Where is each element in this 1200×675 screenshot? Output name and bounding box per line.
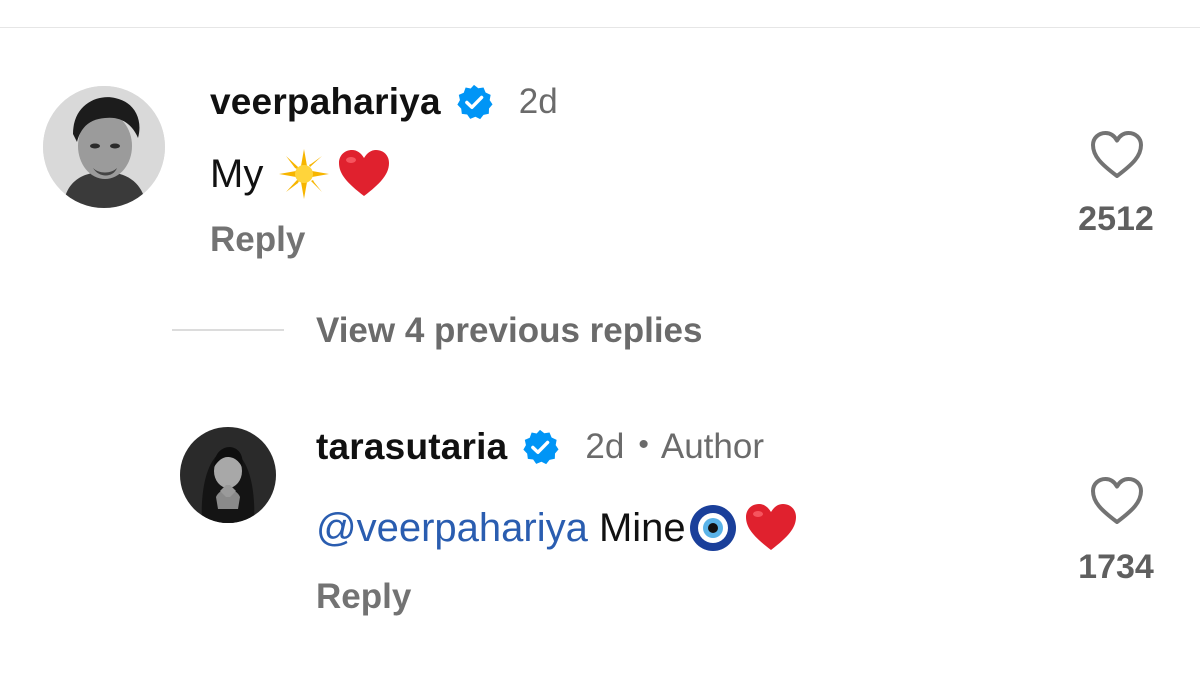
- comment-header: veerpahariya 2d: [210, 80, 558, 124]
- author-label: Author: [660, 427, 764, 466]
- like-count: 1734: [1078, 548, 1154, 586]
- red-heart-emoji: [337, 149, 391, 199]
- mention-link[interactable]: @veerpahariya: [316, 506, 588, 551]
- sun-sparkle-emoji: [277, 147, 331, 201]
- separator-dot: •: [638, 428, 649, 461]
- reply-button[interactable]: Reply: [316, 577, 411, 617]
- comment-header: tarasutaria 2d • Author: [316, 425, 764, 469]
- avatar-tarasutaria[interactable]: [180, 427, 276, 523]
- verified-badge-icon: [455, 83, 493, 121]
- nazar-amulet-emoji: [688, 503, 738, 553]
- timestamp: 2d: [518, 82, 558, 121]
- thread-line: [172, 329, 284, 331]
- reply-button[interactable]: Reply: [210, 220, 305, 260]
- comment-body: Mine: [587, 505, 686, 550]
- like-count: 2512: [1078, 200, 1154, 238]
- red-heart-emoji: [744, 503, 798, 553]
- comment-text: @veerpahariya Mine: [316, 502, 798, 554]
- view-previous-replies-button[interactable]: View 4 previous replies: [316, 311, 703, 351]
- heart-outline-icon[interactable]: [1089, 476, 1145, 526]
- avatar-veerpahariya[interactable]: [43, 86, 165, 208]
- username[interactable]: tarasutaria: [316, 426, 507, 468]
- comment-text: My: [210, 148, 391, 200]
- comment-body: My: [210, 151, 264, 196]
- top-divider: [0, 27, 1200, 28]
- timestamp: 2d: [585, 427, 625, 466]
- username[interactable]: veerpahariya: [210, 81, 441, 123]
- verified-badge-icon: [521, 428, 559, 466]
- heart-outline-icon[interactable]: [1089, 130, 1145, 180]
